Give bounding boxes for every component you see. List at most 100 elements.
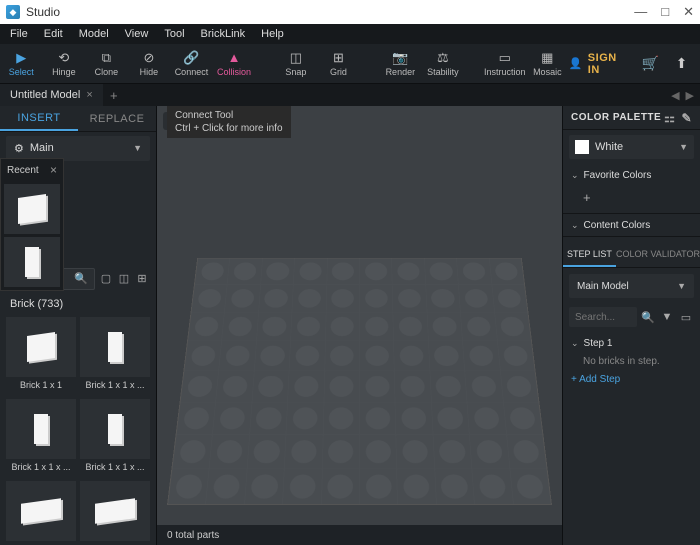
stud[interactable]	[360, 285, 393, 312]
stud[interactable]	[473, 469, 513, 504]
stud[interactable]	[360, 313, 393, 341]
recent-part[interactable]	[4, 237, 60, 287]
stud[interactable]	[360, 469, 397, 504]
stud[interactable]	[324, 371, 359, 401]
stud[interactable]	[225, 285, 260, 312]
stud[interactable]	[394, 313, 428, 341]
stud[interactable]	[489, 258, 524, 284]
stud[interactable]	[432, 403, 469, 435]
stud[interactable]	[360, 258, 392, 284]
stud[interactable]	[427, 313, 462, 341]
stud[interactable]	[360, 371, 395, 401]
collision-tool[interactable]: ▲Collision	[213, 44, 256, 84]
favorite-colors-section[interactable]: ⌄Favorite Colors	[563, 164, 700, 186]
stud[interactable]	[188, 313, 224, 341]
connect-tool[interactable]: 🔗Connect	[170, 44, 213, 84]
stud[interactable]	[470, 435, 509, 468]
stud[interactable]	[322, 469, 359, 504]
stud[interactable]	[394, 341, 429, 370]
category-dropdown[interactable]: ⚙ Main ▼	[6, 136, 150, 160]
add-favorite[interactable]: +	[563, 186, 700, 213]
stud[interactable]	[498, 341, 535, 370]
stud[interactable]	[327, 258, 359, 284]
stud[interactable]	[461, 313, 497, 341]
stud[interactable]	[259, 285, 293, 312]
stud[interactable]	[290, 341, 325, 370]
upload-button[interactable]: ⬆	[671, 53, 692, 75]
stud[interactable]	[228, 258, 262, 284]
stud[interactable]	[326, 313, 360, 341]
step-1[interactable]: ⌄Step 1	[563, 334, 700, 353]
view-large[interactable]: ▢	[98, 271, 114, 287]
part-item[interactable]: Brick 1 x ...	[80, 481, 150, 545]
baseplate[interactable]	[167, 258, 552, 505]
menu-bricklink[interactable]: BrickLink	[201, 28, 246, 40]
stud[interactable]	[245, 469, 284, 504]
stud[interactable]	[463, 341, 499, 370]
vr-icon[interactable]: ▭	[678, 309, 694, 325]
stud[interactable]	[250, 403, 287, 435]
stud[interactable]	[360, 435, 397, 468]
filter-icon[interactable]: ▼	[659, 309, 675, 325]
stability-tool[interactable]: ⚖Stability	[422, 44, 465, 84]
cart-button[interactable]: 🛒	[640, 53, 661, 75]
replace-mode[interactable]: REPLACE	[78, 106, 156, 131]
hinge-tool[interactable]: ⟲Hinge	[43, 44, 86, 84]
view-grid[interactable]: ⊞	[134, 271, 150, 287]
model-dropdown[interactable]: Main Model▼	[569, 274, 694, 298]
stud[interactable]	[433, 435, 471, 468]
stud[interactable]	[192, 285, 227, 312]
color-dropdown[interactable]: White ▼	[569, 135, 694, 159]
part-item[interactable]: Brick 1 x 1	[6, 317, 76, 395]
menu-file[interactable]: File	[10, 28, 28, 40]
part-item[interactable]: Brick 1 x 1 x ...	[80, 317, 150, 395]
stud[interactable]	[468, 403, 506, 435]
step-search-input[interactable]	[569, 307, 637, 327]
menu-model[interactable]: Model	[79, 28, 109, 40]
part-item[interactable]: Brick 1 x ...	[6, 481, 76, 545]
recent-part[interactable]	[4, 184, 60, 234]
clone-tool[interactable]: ⧉Clone	[85, 44, 128, 84]
stud[interactable]	[435, 469, 474, 504]
stud[interactable]	[184, 341, 221, 370]
menu-view[interactable]: View	[125, 28, 149, 40]
instruction-tool[interactable]: ▭Instruction	[484, 44, 527, 84]
stud[interactable]	[457, 258, 491, 284]
stud[interactable]	[195, 258, 230, 284]
stud[interactable]	[500, 371, 538, 401]
tab-untitled-model[interactable]: Untitled Model×	[0, 84, 103, 106]
stud[interactable]	[210, 435, 249, 468]
eyedropper-icon[interactable]: ✎	[681, 111, 692, 125]
menu-help[interactable]: Help	[261, 28, 284, 40]
stud[interactable]	[360, 403, 396, 435]
minimize-button[interactable]: —	[634, 4, 647, 20]
stud[interactable]	[257, 313, 292, 341]
stud[interactable]	[459, 285, 494, 312]
stud[interactable]	[507, 435, 547, 468]
stud[interactable]	[285, 435, 322, 468]
stud[interactable]	[322, 435, 359, 468]
stud[interactable]	[465, 371, 502, 401]
stud[interactable]	[323, 403, 359, 435]
stud[interactable]	[510, 469, 551, 504]
stud[interactable]	[172, 435, 212, 468]
stud[interactable]	[504, 403, 543, 435]
new-tab-button[interactable]: +	[103, 88, 125, 103]
part-item[interactable]: Brick 1 x 1 x ...	[80, 399, 150, 477]
stud[interactable]	[291, 313, 325, 341]
stud[interactable]	[177, 403, 216, 435]
stud[interactable]	[425, 258, 458, 284]
stud[interactable]	[293, 285, 326, 312]
stud[interactable]	[495, 313, 531, 341]
stud[interactable]	[213, 403, 251, 435]
snap-tool[interactable]: ◫Snap	[275, 44, 318, 84]
stud[interactable]	[325, 341, 359, 370]
stud[interactable]	[206, 469, 246, 504]
viewport[interactable]: Connect ToolCtrl + Click for more info ■…	[157, 106, 562, 545]
stud[interactable]	[283, 469, 321, 504]
stud[interactable]	[426, 285, 460, 312]
view-medium[interactable]: ◫	[116, 271, 132, 287]
mosaic-tool[interactable]: ▦Mosaic	[526, 44, 569, 84]
close-button[interactable]: ✕	[683, 4, 694, 20]
stud[interactable]	[219, 341, 255, 370]
